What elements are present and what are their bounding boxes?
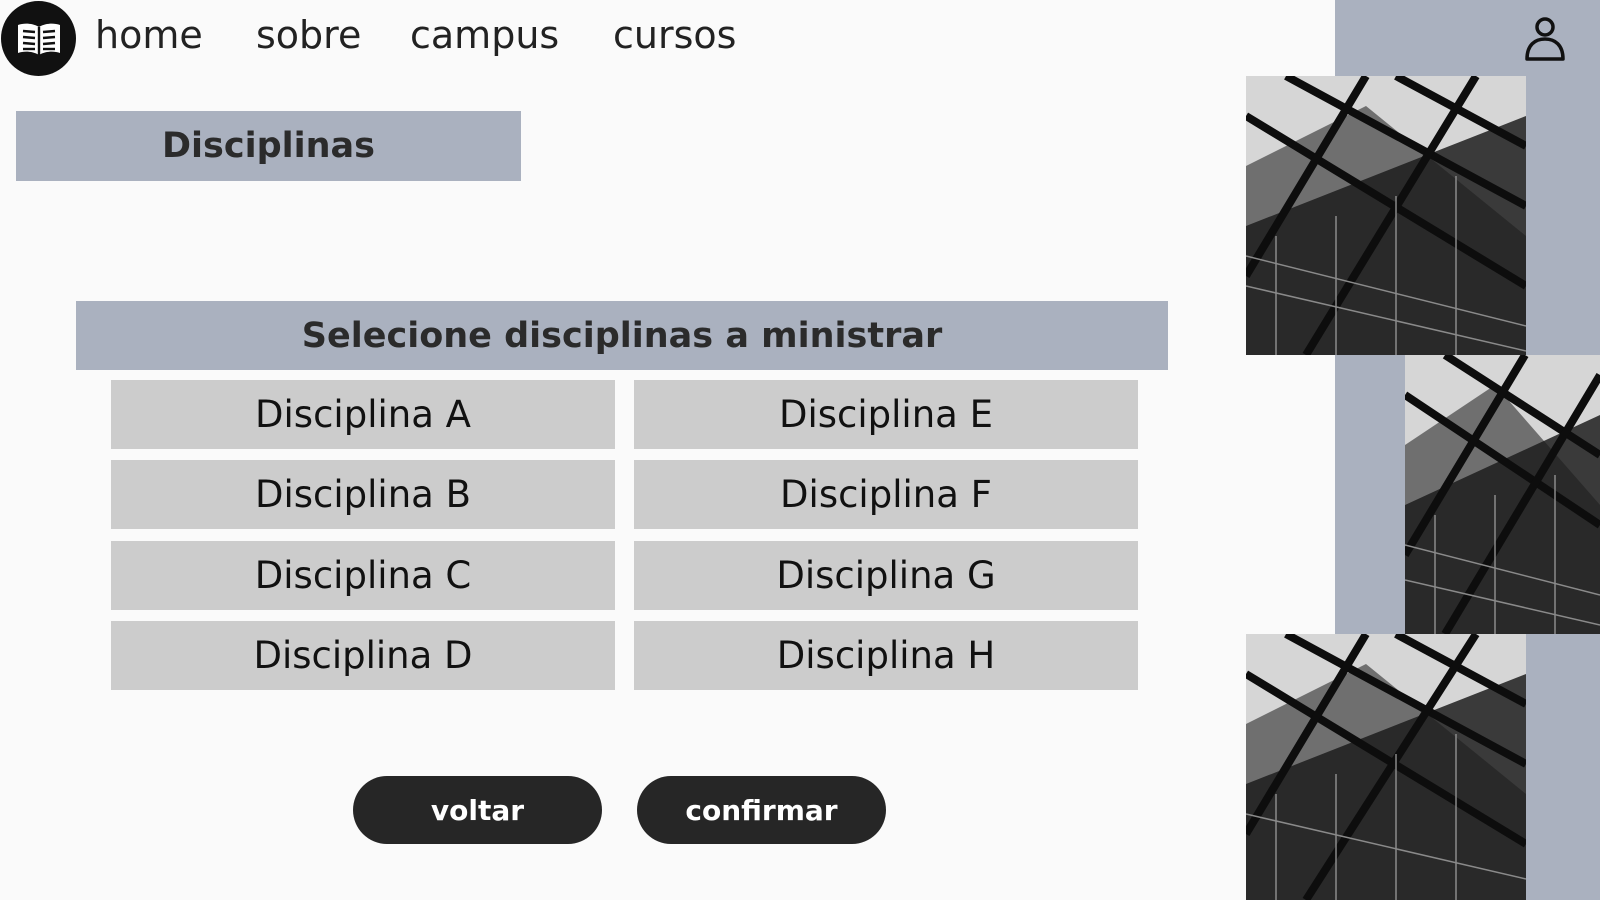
- nav-home[interactable]: home: [95, 10, 203, 60]
- user-icon[interactable]: [1522, 14, 1568, 62]
- nav-campus[interactable]: campus: [410, 10, 559, 60]
- option-disciplina-c[interactable]: Disciplina C: [111, 541, 615, 610]
- building-photo: [1246, 634, 1526, 900]
- confirm-button[interactable]: confirmar: [637, 776, 886, 844]
- option-disciplina-e[interactable]: Disciplina E: [634, 380, 1138, 449]
- nav-cursos[interactable]: cursos: [613, 10, 736, 60]
- nav-sobre[interactable]: sobre: [256, 10, 361, 60]
- option-disciplina-g[interactable]: Disciplina G: [634, 541, 1138, 610]
- option-disciplina-h[interactable]: Disciplina H: [634, 621, 1138, 690]
- logo[interactable]: [1, 1, 76, 76]
- back-button[interactable]: voltar: [353, 776, 602, 844]
- option-disciplina-f[interactable]: Disciplina F: [634, 460, 1138, 529]
- panel-header: Selecione disciplinas a ministrar: [76, 301, 1168, 370]
- option-disciplina-b[interactable]: Disciplina B: [111, 460, 615, 529]
- page-title: Disciplinas: [16, 111, 521, 181]
- option-disciplina-a[interactable]: Disciplina A: [111, 380, 615, 449]
- building-photo: [1246, 76, 1526, 355]
- open-book-icon: [17, 23, 60, 55]
- option-disciplina-d[interactable]: Disciplina D: [111, 621, 615, 690]
- building-photo: [1405, 355, 1600, 634]
